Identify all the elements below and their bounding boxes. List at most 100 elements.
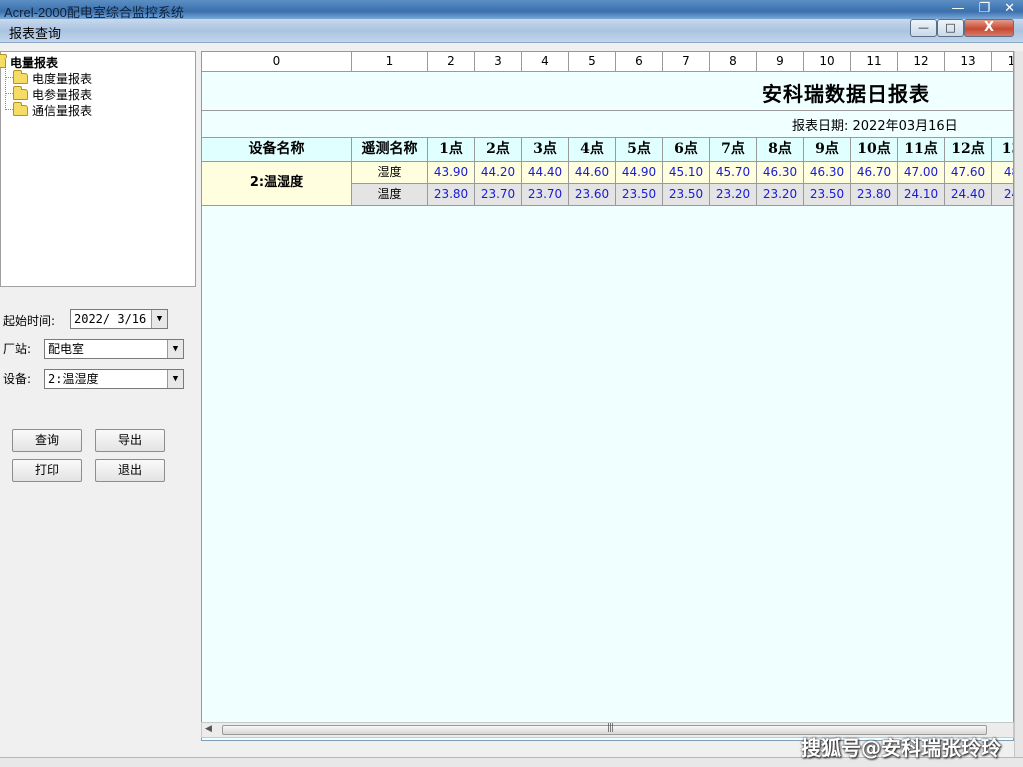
humidity-value-cell[interactable]: 43.90 [428, 162, 475, 184]
column-number-cell: 9 [757, 52, 804, 72]
station-label: 厂站: [3, 342, 32, 356]
temperature-value-cell[interactable]: 23.20 [710, 184, 757, 206]
hour-header-cell: 5点 [616, 138, 663, 162]
hour-header-cell: 8点 [757, 138, 804, 162]
device-name-cell: 2:温湿度 [202, 162, 352, 206]
humidity-value-cell[interactable]: 44.60 [569, 162, 616, 184]
column-number-cell: 5 [569, 52, 616, 72]
temperature-value-cell[interactable]: 23.80 [851, 184, 898, 206]
grip-icon: ||| [607, 723, 614, 733]
column-number-cell: 0 [202, 52, 352, 72]
app-close-icon[interactable]: ✕ [1004, 0, 1015, 17]
folder-icon [13, 101, 28, 116]
report-tree[interactable]: 电量报表 电度量报表 电参量报表 通信量报表 [0, 51, 196, 287]
hour-header-cell: 12点 [945, 138, 992, 162]
chevron-down-icon[interactable]: ▼ [151, 310, 167, 328]
tree-connector [5, 93, 13, 94]
humidity-value-cell[interactable]: 48 [992, 162, 1013, 184]
tree-connector [5, 109, 13, 110]
temperature-value-cell[interactable]: 23.60 [569, 184, 616, 206]
tree-item-label: 通信量报表 [32, 103, 93, 118]
app-titlebar: Acrel-2000配电室综合监控系统 — ❐ ✕ [0, 0, 1023, 20]
humidity-value-cell[interactable]: 46.30 [804, 162, 851, 184]
query-button[interactable]: 查询 [12, 429, 82, 452]
temperature-value-cell[interactable]: 23.50 [616, 184, 663, 206]
app-window-controls: — ❐ ✕ [951, 0, 1015, 17]
tree-item-energy[interactable]: 电度量报表 [13, 69, 93, 86]
hour-header-cell: 6点 [663, 138, 710, 162]
humidity-value-cell[interactable]: 45.10 [663, 162, 710, 184]
report-title: 安科瑞数据日报表 [762, 82, 930, 106]
temperature-value-cell[interactable]: 23.70 [475, 184, 522, 206]
dialog-titlebar: 报表查询 — □ X [0, 19, 1023, 43]
app-restore-icon[interactable]: ❐ [978, 0, 990, 17]
header-device-name: 设备名称 [202, 138, 352, 162]
temperature-value-cell[interactable]: 24 [992, 184, 1013, 206]
chevron-down-icon[interactable]: ▼ [167, 370, 183, 388]
folder-icon [13, 85, 28, 100]
tree-root-label: 电量报表 [10, 55, 59, 70]
divider [202, 110, 1013, 111]
temperature-value-cell[interactable]: 23.50 [804, 184, 851, 206]
device-select[interactable]: 2:温湿度 ▼ [44, 369, 184, 389]
hour-header-cell: 4点 [569, 138, 616, 162]
tree-connector [5, 66, 6, 108]
scroll-left-icon[interactable]: ◀ [205, 724, 212, 734]
start-date-value: 2022/ 3/16 [74, 312, 147, 326]
temperature-value-cell[interactable]: 23.70 [522, 184, 569, 206]
humidity-value-cell[interactable]: 47.00 [898, 162, 945, 184]
hour-header-cell: 1点 [428, 138, 475, 162]
dialog-maximize-button[interactable]: □ [937, 19, 964, 37]
tree-item-label: 电参量报表 [32, 87, 93, 102]
exit-button[interactable]: 退出 [95, 459, 165, 482]
hour-header-cell: 10点 [851, 138, 898, 162]
column-number-cell: 13 [945, 52, 992, 72]
tree-item-parameter[interactable]: 电参量报表 [13, 85, 93, 102]
temperature-value-cell[interactable]: 24.40 [945, 184, 992, 206]
report-query-dialog: 报表查询 — □ X 电量报表 电度量报表 电参量报表 通信量报表 起始时间: … [0, 19, 1023, 767]
tree-item-label: 电度量报表 [32, 71, 93, 86]
header-measure-name: 遥测名称 [352, 138, 428, 162]
column-number-cell: 8 [710, 52, 757, 72]
humidity-value-cell[interactable]: 44.40 [522, 162, 569, 184]
humidity-value-cell[interactable]: 45.70 [710, 162, 757, 184]
watermark: 搜狐号@安科瑞张玲玲 [801, 736, 1001, 760]
hour-header-cell: 13 [992, 138, 1013, 162]
folder-icon [13, 69, 28, 84]
humidity-value-cell[interactable]: 47.60 [945, 162, 992, 184]
temperature-value-cell[interactable]: 23.20 [757, 184, 804, 206]
hour-header-cell: 7点 [710, 138, 757, 162]
print-button[interactable]: 打印 [12, 459, 82, 482]
dialog-title: 报表查询 [9, 27, 62, 42]
dialog-close-button[interactable]: X [964, 19, 1014, 37]
temperature-value-cell[interactable]: 24.10 [898, 184, 945, 206]
tree-root[interactable]: 电量报表 [0, 53, 59, 70]
device-value: 2:温湿度 [48, 372, 99, 386]
row-name-temperature: 温度 [352, 184, 428, 206]
column-number-cell: 10 [804, 52, 851, 72]
dialog-minimize-button[interactable]: — [910, 19, 937, 37]
temperature-value-cell[interactable]: 23.50 [663, 184, 710, 206]
column-number-cell: 12 [898, 52, 945, 72]
column-number-cell: 6 [616, 52, 663, 72]
humidity-value-cell[interactable]: 46.30 [757, 162, 804, 184]
column-number-cell: 11 [851, 52, 898, 72]
start-date-picker[interactable]: 2022/ 3/16 ▼ [70, 309, 168, 329]
humidity-value-cell[interactable]: 44.20 [475, 162, 522, 184]
export-button[interactable]: 导出 [95, 429, 165, 452]
hour-header-cell: 11点 [898, 138, 945, 162]
hour-header-cell: 3点 [522, 138, 569, 162]
app-minimize-icon[interactable]: — [951, 0, 964, 17]
report-grid[interactable]: 0123456789101112131 安科瑞数据日报表 报表日期: 2022年… [201, 51, 1014, 741]
report-date: 报表日期: 2022年03月16日 [792, 119, 958, 134]
temperature-value-cell[interactable]: 23.80 [428, 184, 475, 206]
vertical-scrollbar[interactable] [1014, 51, 1023, 757]
chevron-down-icon[interactable]: ▼ [167, 340, 183, 358]
station-value: 配电室 [48, 342, 85, 356]
station-select[interactable]: 配电室 ▼ [44, 339, 184, 359]
humidity-value-cell[interactable]: 46.70 [851, 162, 898, 184]
humidity-value-cell[interactable]: 44.90 [616, 162, 663, 184]
start-time-label: 起始时间: [3, 314, 56, 328]
column-number-cell: 7 [663, 52, 710, 72]
tree-item-communication[interactable]: 通信量报表 [13, 101, 93, 118]
